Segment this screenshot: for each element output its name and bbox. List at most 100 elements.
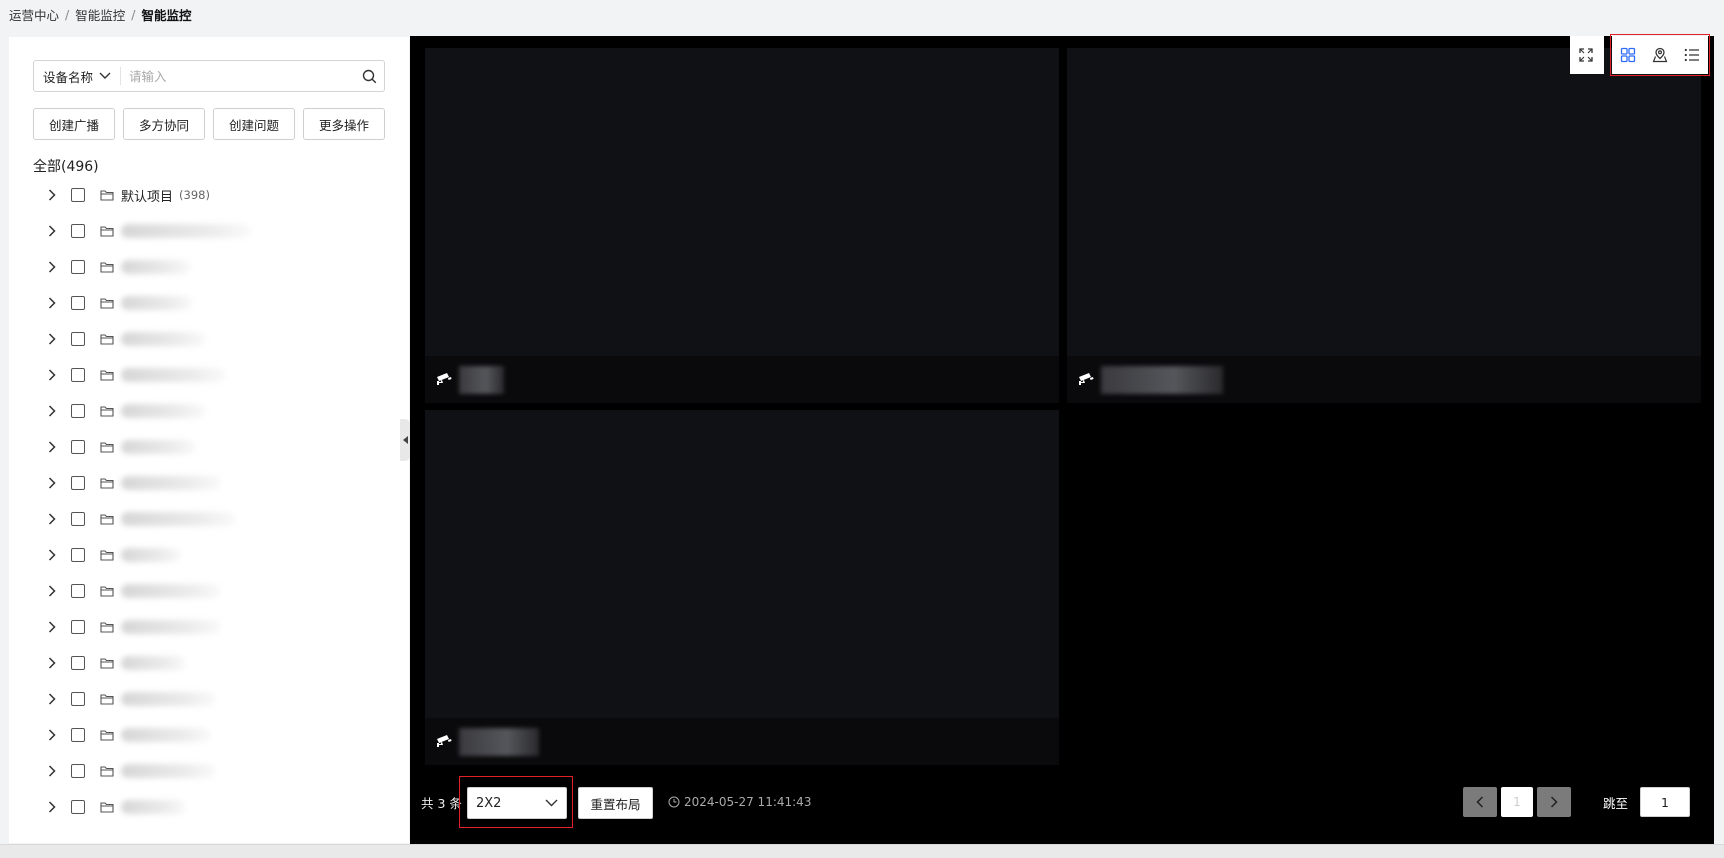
prev-page-button[interactable] xyxy=(1462,787,1497,817)
tree-item-checkbox[interactable] xyxy=(71,800,85,814)
tree-item-checkbox[interactable] xyxy=(71,224,85,238)
tree-item[interactable] xyxy=(43,321,403,357)
camera-icon xyxy=(435,733,453,751)
fullscreen-button[interactable] xyxy=(1570,39,1602,71)
video-feed[interactable] xyxy=(425,410,1059,718)
folder-icon xyxy=(99,656,115,670)
folder-icon xyxy=(99,728,115,742)
tree-item-checkbox[interactable] xyxy=(71,584,85,598)
chevron-right-icon[interactable] xyxy=(43,438,61,456)
tree-item[interactable] xyxy=(43,429,403,465)
tree-item-checkbox[interactable] xyxy=(71,404,85,418)
video-feed[interactable] xyxy=(425,48,1059,356)
tree-item[interactable] xyxy=(43,501,403,537)
tree-item[interactable] xyxy=(43,573,403,609)
tree-item[interactable] xyxy=(43,681,403,717)
video-tile[interactable] xyxy=(425,48,1059,403)
tree-item-checkbox[interactable] xyxy=(71,476,85,490)
chevron-down-icon xyxy=(99,72,111,79)
search-type-label: 设备名称 xyxy=(43,69,94,85)
search-input[interactable] xyxy=(121,62,354,90)
reset-layout-button[interactable]: 重置布局 xyxy=(578,787,653,819)
chevron-right-icon[interactable] xyxy=(43,258,61,276)
clock-icon xyxy=(668,796,680,808)
tree-item-checkbox[interactable] xyxy=(71,188,85,202)
tree-item[interactable] xyxy=(43,357,403,393)
redacted-label xyxy=(121,620,221,634)
tree-item[interactable] xyxy=(43,789,403,825)
chevron-right-icon[interactable] xyxy=(43,798,61,816)
tree-item[interactable] xyxy=(43,537,403,573)
breadcrumb-item-ops-center[interactable]: 运营中心 xyxy=(9,5,59,24)
tree-item-checkbox[interactable] xyxy=(71,728,85,742)
tree-item-checkbox[interactable] xyxy=(71,620,85,634)
next-page-button[interactable] xyxy=(1536,787,1571,817)
tree-item-checkbox[interactable] xyxy=(71,656,85,670)
chevron-right-icon[interactable] xyxy=(43,618,61,636)
chevron-right-icon[interactable] xyxy=(43,366,61,384)
create-broadcast-button[interactable]: 创建广播 xyxy=(33,108,115,140)
chevron-right-icon[interactable] xyxy=(43,186,61,204)
chevron-right-icon[interactable] xyxy=(43,510,61,528)
tree-item-checkbox[interactable] xyxy=(71,512,85,526)
jump-page-input[interactable]: 1 xyxy=(1640,787,1690,817)
video-feed[interactable] xyxy=(1067,48,1701,356)
chevron-right-icon[interactable] xyxy=(43,474,61,492)
tree-item[interactable]: 默认项目 (398) xyxy=(43,177,403,213)
breadcrumb-item-smart-monitor[interactable]: 智能监控 xyxy=(75,5,125,24)
tree-item[interactable] xyxy=(43,465,403,501)
chevron-right-icon[interactable] xyxy=(43,222,61,240)
chevron-right-icon[interactable] xyxy=(43,546,61,564)
tree-item-checkbox[interactable] xyxy=(71,332,85,346)
folder-icon xyxy=(99,800,115,814)
video-tile[interactable] xyxy=(1067,48,1701,403)
chevron-right-icon[interactable] xyxy=(43,330,61,348)
tree-item[interactable] xyxy=(43,645,403,681)
highlight-box-view-toolbar xyxy=(1610,34,1710,76)
search-type-select[interactable]: 设备名称 xyxy=(34,67,122,85)
folder-icon xyxy=(99,440,115,454)
chevron-right-icon[interactable] xyxy=(43,726,61,744)
folder-icon xyxy=(99,224,115,238)
chevron-right-icon[interactable] xyxy=(43,582,61,600)
video-tile[interactable] xyxy=(425,410,1059,765)
redacted-label xyxy=(121,512,236,526)
page-number[interactable]: 1 xyxy=(1500,787,1533,817)
tree-item[interactable] xyxy=(43,717,403,753)
caret-left-icon xyxy=(402,436,408,444)
chevron-right-icon[interactable] xyxy=(43,654,61,672)
tree-item[interactable] xyxy=(43,393,403,429)
timestamp-text: 2024-05-27 11:41:43 xyxy=(684,795,812,809)
redacted-label xyxy=(121,800,186,814)
folder-icon xyxy=(99,476,115,490)
chevron-right-icon xyxy=(1550,796,1558,808)
search-icon[interactable] xyxy=(354,61,384,91)
sidebar-collapse-handle[interactable] xyxy=(400,419,410,461)
redacted-label xyxy=(121,260,191,274)
fullscreen-toolbar xyxy=(1570,36,1604,74)
chevron-right-icon[interactable] xyxy=(43,762,61,780)
create-issue-button[interactable]: 创建问题 xyxy=(213,108,295,140)
tree-item-checkbox[interactable] xyxy=(71,296,85,310)
chevron-right-icon[interactable] xyxy=(43,690,61,708)
chevron-right-icon[interactable] xyxy=(43,294,61,312)
tree-item[interactable] xyxy=(43,609,403,645)
chevron-right-icon[interactable] xyxy=(43,402,61,420)
camera-icon xyxy=(1077,371,1095,389)
tree-item[interactable] xyxy=(43,285,403,321)
tree-item-checkbox[interactable] xyxy=(71,692,85,706)
tree-item-checkbox[interactable] xyxy=(71,548,85,562)
tree-item[interactable] xyxy=(43,753,403,789)
tree-item-checkbox[interactable] xyxy=(71,368,85,382)
redacted-label xyxy=(121,224,251,238)
tree-item[interactable] xyxy=(43,213,403,249)
tree-item-checkbox[interactable] xyxy=(71,764,85,778)
tree-root-label[interactable]: 全部(496) xyxy=(33,156,99,176)
pagination: 1 跳至 1 xyxy=(1462,787,1714,817)
tree-item[interactable] xyxy=(43,249,403,285)
device-tree: 默认项目 (398) xyxy=(43,177,403,825)
tree-item-checkbox[interactable] xyxy=(71,260,85,274)
tree-item-checkbox[interactable] xyxy=(71,440,85,454)
more-actions-button[interactable]: 更多操作 xyxy=(303,108,385,140)
multi-party-collab-button[interactable]: 多方协同 xyxy=(123,108,205,140)
